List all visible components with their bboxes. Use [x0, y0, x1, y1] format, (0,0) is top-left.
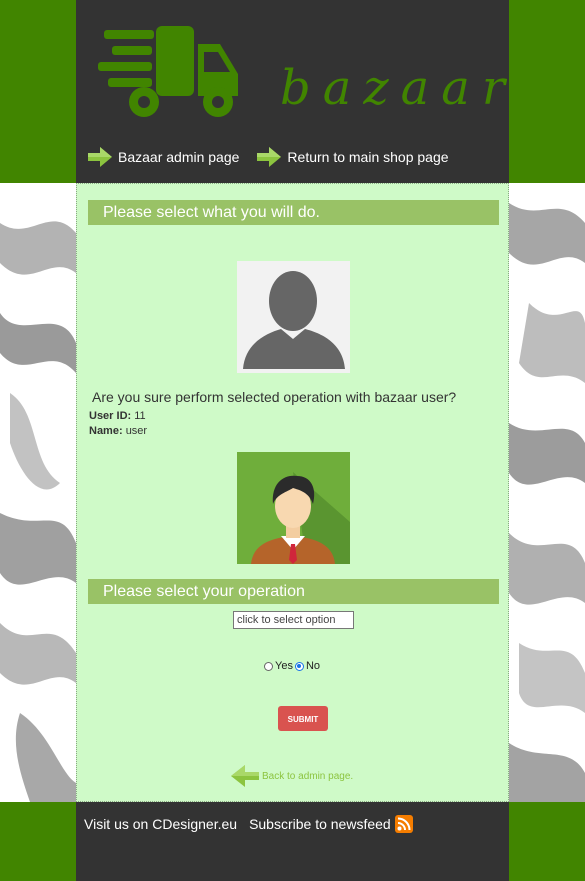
content-panel: Please select what you will do. Are you … [76, 183, 509, 802]
subscribe-newsfeed-link[interactable]: Subscribe to newsfeed [249, 816, 391, 832]
user-avatar [237, 452, 350, 564]
nav-return-main-shop-label: Return to main shop page [287, 149, 449, 165]
site-footer: Visit us on CDesigner.eu Subscribe to ne… [76, 802, 509, 881]
back-to-admin-label: Back to admin page. [262, 770, 354, 782]
default-avatar [237, 261, 350, 373]
nav-return-main-shop[interactable]: Return to main shop page [257, 146, 449, 168]
confirm-radio-group: Yes No [264, 660, 322, 672]
user-id-row: User ID: 11 [89, 410, 146, 422]
user-name-value: user [125, 425, 148, 437]
rss-glyph [397, 817, 411, 831]
radio-yes[interactable] [264, 661, 273, 671]
bazaar-logo[interactable]: bazaar [98, 22, 505, 122]
radio-no-label: No [305, 660, 321, 672]
operation-title: Please select your operation [88, 579, 499, 604]
back-to-admin-link[interactable]: Back to admin page. [231, 763, 353, 789]
user-id-value: 11 [134, 410, 146, 422]
user-name-label: Name: [89, 425, 123, 437]
arrow-right-icon [257, 147, 282, 167]
rss-icon[interactable] [394, 815, 413, 833]
operation-select[interactable]: click to select option [233, 611, 354, 629]
radio-yes-label: Yes [275, 660, 293, 672]
visit-cdesigner-link[interactable]: Visit us on CDesigner.eu [84, 816, 237, 832]
user-id-label: User ID: [89, 410, 132, 422]
site-header: bazaar Bazaar admin page Return to main … [76, 0, 509, 183]
page-title: Please select what you will do. [88, 200, 499, 225]
submit-button[interactable]: SUBMIT [278, 706, 328, 731]
confirmation-question: Are you sure perform selected operation … [92, 389, 457, 405]
footer-links: Visit us on CDesigner.eu Subscribe to ne… [84, 815, 413, 833]
user-avatar-illustration [237, 452, 350, 564]
nav-bazaar-admin[interactable]: Bazaar admin page [88, 146, 239, 168]
radio-no[interactable] [294, 661, 304, 671]
user-name-row: Name: user [89, 425, 147, 437]
top-navigation: Bazaar admin page Return to main shop pa… [88, 144, 467, 170]
marble-decoration-right [509, 183, 585, 802]
delivery-truck-icon [98, 26, 238, 117]
logo-text: bazaar [280, 60, 517, 116]
arrow-left-icon [231, 765, 259, 787]
person-silhouette-icon [243, 271, 345, 369]
nav-bazaar-admin-label: Bazaar admin page [118, 149, 240, 165]
marble-decoration-left [0, 183, 76, 802]
arrow-right-icon [88, 147, 112, 167]
